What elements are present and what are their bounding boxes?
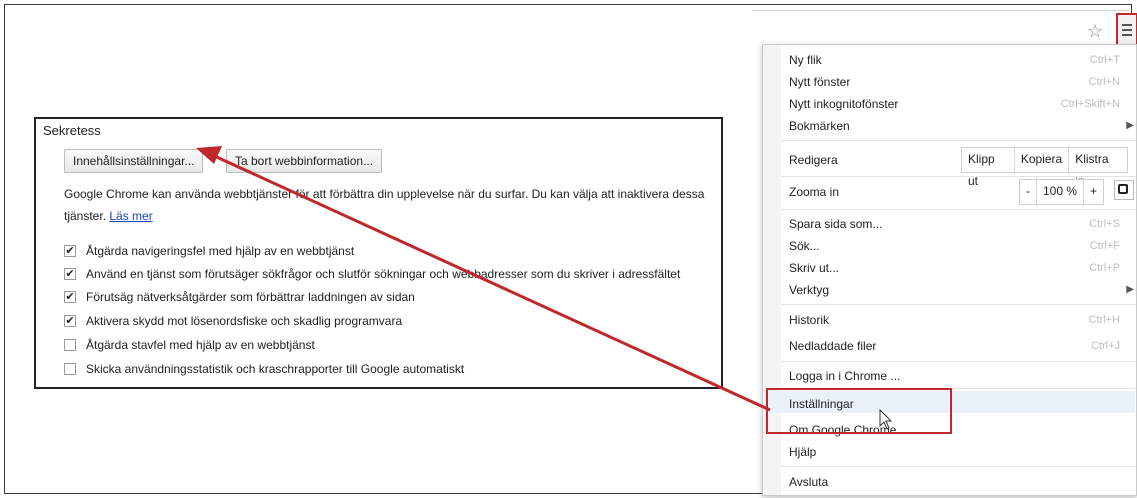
arrow-head [196, 146, 222, 164]
annotation-arrow [196, 146, 893, 430]
mouse-cursor-icon [879, 408, 893, 430]
arrow-line [209, 152, 771, 412]
